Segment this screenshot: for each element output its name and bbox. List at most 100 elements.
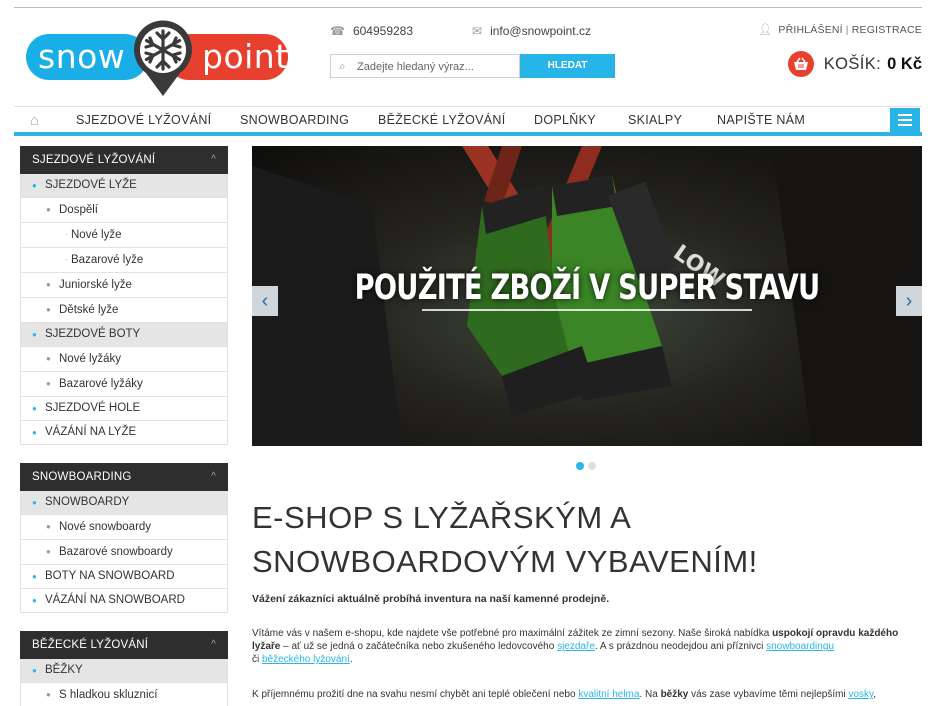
sidebar-item-vazani-na-snowboard[interactable]: ● VÁZÁNÍ NA SNOWBOARD xyxy=(20,589,228,613)
bold-text: běžky xyxy=(660,689,689,700)
sidebar-heading[interactable]: BĚŽECKÉ LYŽOVÁNÍ ^ xyxy=(20,631,228,659)
link-vosky[interactable]: vosky xyxy=(848,689,873,700)
sidebar-item-bezky[interactable]: ● BĚŽKY xyxy=(20,659,228,683)
sidebar-item-boty-na-snowboard[interactable]: ● BOTY NA SNOWBOARD xyxy=(20,565,228,589)
hero-slider[interactable]: LOW POUŽITÉ ZBOŽÍ V SUPER STAVU ‹ › xyxy=(252,146,922,446)
text-span: , xyxy=(873,689,877,700)
bullet-icon: ● xyxy=(46,205,51,214)
slider-dot[interactable] xyxy=(576,462,584,470)
bullet-icon: ● xyxy=(46,379,51,388)
bullet-icon: ● xyxy=(46,354,51,363)
text-span: Vítáme vás v našem e-shopu, kde najdete … xyxy=(252,628,773,639)
nav-item-napiste-nam[interactable]: NAPIŠTE NÁM xyxy=(717,113,805,127)
sidebar-item-label: Nové lyžáky xyxy=(59,353,121,365)
sidebar-item-label: VÁZÁNÍ NA SNOWBOARD xyxy=(45,594,185,606)
register-link[interactable]: REGISTRACE xyxy=(852,24,922,36)
bullet-icon: ● xyxy=(32,181,37,190)
sidebar-item-juniorske-lyze[interactable]: ● Juniorské lyže xyxy=(20,273,228,298)
link-kvalitni-helma[interactable]: kvalitní helma xyxy=(578,689,639,700)
sidebar-item-bazarove-lyzaky[interactable]: ● Bazarové lyžáky xyxy=(20,372,228,397)
slider-prev-button[interactable]: ‹ xyxy=(252,286,278,316)
sidebar-heading[interactable]: SNOWBOARDING ^ xyxy=(20,463,228,491)
menu-list-icon[interactable] xyxy=(890,108,920,132)
email-address: info@snowpoint.cz xyxy=(490,24,591,38)
bullet-icon: ● xyxy=(32,404,37,413)
text-span: . Na xyxy=(639,689,661,700)
sidebar-item-bazarove-lyze[interactable]: · Bazarové lyže xyxy=(20,248,228,273)
link-snowboardingu[interactable]: snowboardingu xyxy=(766,641,834,652)
bullet-icon: ● xyxy=(32,572,37,581)
main-navigation: ⌂ SJEZDOVÉ LYŽOVÁNÍ SNOWBOARDING BĚŽECKÉ… xyxy=(14,106,922,136)
envelope-icon: ✉ xyxy=(472,24,483,38)
sidebar-item-label: Bazarové snowboardy xyxy=(59,546,173,558)
slider-dot[interactable] xyxy=(588,462,596,470)
search-bar: ⌕ HLEDAT xyxy=(330,54,615,78)
second-paragraph: K příjemnému prožití dne na svahu nesmí … xyxy=(252,688,922,701)
email-contact[interactable]: ✉ info@snowpoint.cz xyxy=(472,24,591,38)
sidebar-item-dospeli[interactable]: ● Dospělí xyxy=(20,198,228,223)
nav-item-bezecke-lyzovani[interactable]: BĚŽECKÉ LYŽOVÁNÍ xyxy=(378,113,506,127)
sidebar-heading-label: BĚŽECKÉ LYŽOVÁNÍ xyxy=(32,639,149,651)
bullet-icon: ● xyxy=(46,690,51,699)
slider-next-button[interactable]: › xyxy=(896,286,922,316)
link-bezeckeho-lyzovani[interactable]: běžeckého lyžování xyxy=(262,654,350,665)
nav-item-skialpy[interactable]: SKIALPY xyxy=(628,113,682,127)
sidebar-item-label: SJEZDOVÉ HOLE xyxy=(45,402,141,414)
login-link[interactable]: PŘIHLÁŠENÍ xyxy=(778,24,842,36)
sidebar-item-label: VÁZÁNÍ NA LYŽE xyxy=(45,426,137,438)
text-span: či xyxy=(252,654,262,665)
slider-pagination xyxy=(576,462,596,470)
sidebar-item-label: SNOWBOARDY xyxy=(45,496,130,508)
bullet-icon: ● xyxy=(46,305,51,314)
basket-icon xyxy=(787,51,814,77)
sidebar-item-label: SJEZDOVÉ BOTY xyxy=(45,328,141,340)
sidebar-item-sjezdove-hole[interactable]: ● SJEZDOVÉ HOLE xyxy=(20,397,228,421)
cart-total: 0 Kč xyxy=(887,54,922,73)
sidebar-item-nove-snowboardy[interactable]: ● Nové snowboardy xyxy=(20,515,228,540)
home-icon[interactable]: ⌂ xyxy=(30,112,39,129)
slide-caption: POUŽITÉ ZBOŽÍ V SUPER STAVU xyxy=(354,268,820,308)
search-input[interactable] xyxy=(357,58,517,75)
link-sjezdare[interactable]: sjezdaře xyxy=(557,641,595,652)
phone-icon: ☎ xyxy=(330,24,345,38)
text-span: . A s prázdnou neodejdou ani příznivci xyxy=(594,641,767,652)
sidebar-item-bazarove-snowboardy[interactable]: ● Bazarové snowboardy xyxy=(20,540,228,565)
search-icon: ⌕ xyxy=(339,59,346,73)
bullet-icon: ● xyxy=(32,498,37,507)
bullet-icon: ● xyxy=(32,428,37,437)
account-separator: | xyxy=(845,24,849,36)
text-span: – ať už se jedná o začátečníka nebo zkuš… xyxy=(280,641,558,652)
sidebar-item-nove-lyze[interactable]: · Nové lyže xyxy=(20,223,228,248)
sidebar-section-sjezdove: SJEZDOVÉ LYŽOVÁNÍ ^ ● SJEZDOVÉ LYŽE ● Dospě… xyxy=(20,146,228,445)
nav-item-sjezdove-lyzovani[interactable]: SJEZDOVÉ LYŽOVÁNÍ xyxy=(76,113,211,127)
bullet-icon: · xyxy=(65,230,68,239)
search-button[interactable]: HLEDAT xyxy=(520,54,615,78)
sidebar-section-snowboarding: SNOWBOARDING ^ ● SNOWBOARDY ● Nové snowboar… xyxy=(20,463,228,613)
cart[interactable]: KOŠÍK: 0 Kč xyxy=(787,50,922,78)
nav-item-snowboarding[interactable]: SNOWBOARDING xyxy=(240,113,349,127)
sidebar-item-label: BĚŽKY xyxy=(45,664,83,676)
sidebar-heading[interactable]: SJEZDOVÉ LYŽOVÁNÍ ^ xyxy=(20,146,228,174)
bullet-icon: ● xyxy=(32,330,37,339)
sidebar-item-vazani-na-lyze[interactable]: ● VÁZÁNÍ NA LYŽE xyxy=(20,421,228,445)
sidebar-item-sjezdove-boty[interactable]: ● SJEZDOVÉ BOTY xyxy=(20,323,228,347)
sidebar-item-label: SJEZDOVÉ LYŽE xyxy=(45,179,137,191)
sidebar-item-sjezdove-lyze[interactable]: ● SJEZDOVÉ LYŽE xyxy=(20,174,228,198)
phone-number: 604959283 xyxy=(352,24,414,38)
bullet-icon: ● xyxy=(32,666,37,675)
nav-item-doplnky[interactable]: DOPLŇKY xyxy=(534,113,596,127)
text-span: vás zase vybavíme těmi nejlepšími xyxy=(688,689,849,700)
phone-contact[interactable]: ☎ 604959283 xyxy=(330,24,413,38)
sidebar-item-s-hladkou-skluznici[interactable]: ● S hladkou skluznicí xyxy=(20,683,228,706)
sidebar-item-detske-lyze[interactable]: ● Dětské lyže xyxy=(20,298,228,323)
snowflake-pin-icon xyxy=(134,20,192,97)
user-icon: 👤︎ xyxy=(758,24,773,36)
snowpoint-logo[interactable]: snow point xyxy=(26,18,288,97)
search-field-box: ⌕ xyxy=(330,54,520,78)
sidebar-item-nove-lyzaky[interactable]: ● Nové lyžáky xyxy=(20,347,228,372)
chevron-up-icon: ^ xyxy=(211,471,216,482)
account-links: 👤︎ PŘIHLÁŠENÍ | REGISTRACE xyxy=(758,23,922,36)
text-span: . xyxy=(349,654,353,665)
sidebar-item-label: Nové lyže xyxy=(71,229,122,241)
sidebar-item-snowboardy[interactable]: ● SNOWBOARDY xyxy=(20,491,228,515)
